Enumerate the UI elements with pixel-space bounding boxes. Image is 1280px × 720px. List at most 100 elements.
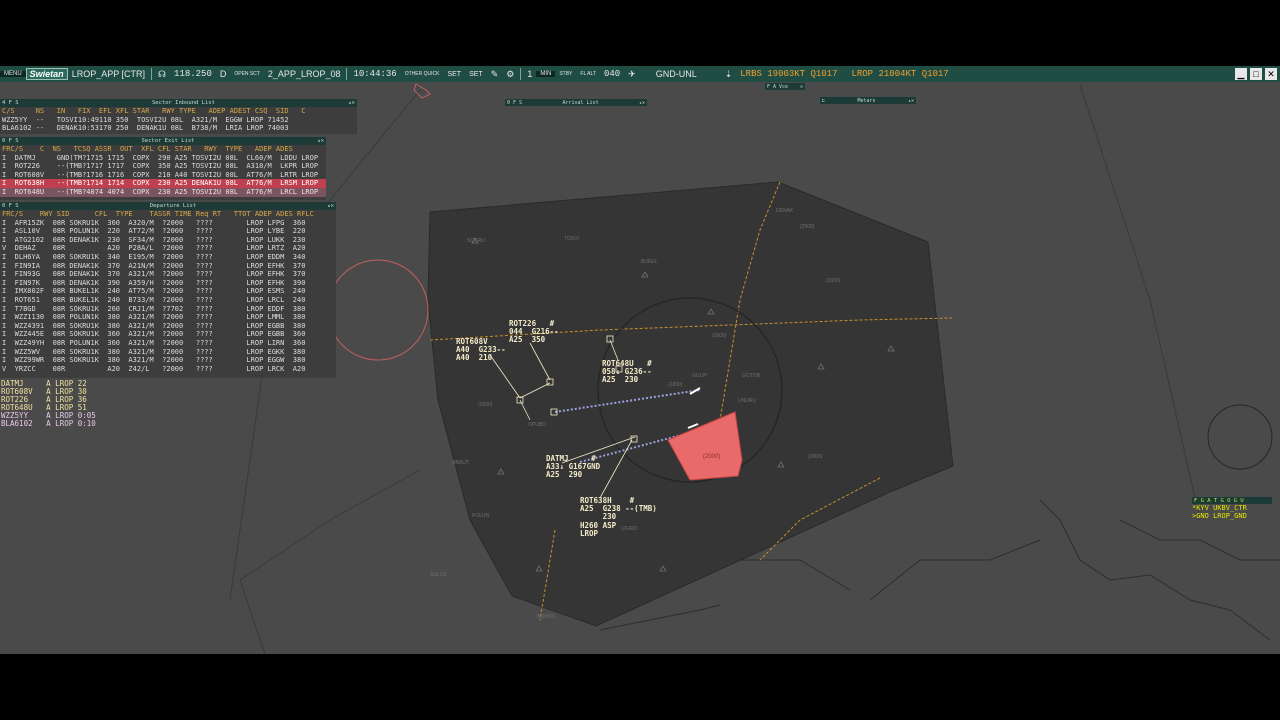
- table-row[interactable]: I FIN9IA 08R DENAK1K 370 A21N/M ?2000 ??…: [0, 262, 336, 271]
- top-toolbar: MENU Swietan LROP_APP [CTR] ☊ 118.250 D …: [0, 66, 1280, 82]
- transition-altitude[interactable]: 040: [600, 69, 624, 79]
- departure-columns: FRC/S RWY SID CFL TYPE TASSR TIME Req RT…: [2, 210, 314, 218]
- vce-title: F A Vce: [767, 83, 789, 90]
- table-row[interactable]: I ASL10V 08R POLUN1K 220 AT72/M ?2000 ??…: [0, 227, 336, 236]
- sector-inbound-list[interactable]: 4 F S Sector Inbound List ▴✕ C/S NS IN F…: [0, 99, 357, 134]
- table-row[interactable]: I IMX802F 08R BUKEL1K 240 AT75/M ?2000 ?…: [0, 287, 336, 296]
- ruler-icon[interactable]: ✎: [487, 69, 503, 80]
- wind-icon[interactable]: ✈: [624, 69, 640, 80]
- altitude-label: (2000): [826, 278, 841, 284]
- aircraft-label-rot638h[interactable]: ROT638H # A25 G238 --(TMB) 230 H260 ASP LRO…: [580, 496, 657, 538]
- filter-icon[interactable]: ⇣: [721, 69, 737, 80]
- table-row[interactable]: I FIN97K 08R DENAK1K 390 A359/H ?2000 ??…: [0, 279, 336, 288]
- aircraft-label-rot648u[interactable]: ROT648U #058↓ G236-- A25 230: [602, 359, 652, 385]
- departure-list[interactable]: 0 F S Departure List ▴✕ FRC/S RWY SID CF…: [0, 202, 336, 378]
- altitude-label: (2500): [800, 224, 815, 230]
- altitude-label: (2000): [712, 333, 727, 339]
- min-button[interactable]: MIN: [536, 71, 556, 77]
- table-row[interactable]: I DATMJ GND(TM?1715 1715 COPX 290 A25 TO…: [0, 154, 326, 163]
- open-sct-button[interactable]: OPEN SCT: [230, 71, 264, 77]
- set-button-1[interactable]: SET: [443, 71, 465, 78]
- waypoint-label: ABRUT: [452, 460, 469, 466]
- table-row[interactable]: BLA6102 -- DENAK10:53170 250 DENAK1U 08L…: [0, 124, 357, 133]
- atc-box-header[interactable]: F G A T G O G U: [1192, 497, 1272, 504]
- tma-sector: [427, 181, 954, 627]
- range-ring: [327, 259, 429, 361]
- vce-window[interactable]: F A Vce ✕: [765, 83, 805, 90]
- table-row[interactable]: I WZZ5WV 08R SOKRU1K 380 A321/M ?2000 ??…: [0, 348, 336, 357]
- table-row[interactable]: I FIN93G 08R DENAK1K 370 A321/M ?2000 ??…: [0, 270, 336, 279]
- atc-online-box[interactable]: F G A T G O G U *KYV UKBV_CTR >GNO LROP_…: [1192, 497, 1272, 520]
- stby-button[interactable]: STBY: [555, 71, 576, 77]
- sector-name[interactable]: LROP_APP [CTR]: [68, 69, 149, 79]
- table-row[interactable]: I DLH6YA 08R SOKRU1K 340 E195/M ?2000 ??…: [0, 253, 336, 262]
- arrival-sequence-list[interactable]: DATMJ A LROP 22 ROT608V A LROP 30 ROT226…: [1, 380, 96, 428]
- altitude-label: (2800): [668, 382, 683, 388]
- waypoint-label: GULPI: [692, 373, 708, 379]
- window-controls-icon[interactable]: ▴✕: [327, 202, 334, 211]
- table-row[interactable]: I WZZ99WR 08R SOKRU1K 380 A321/M ?2000 ?…: [0, 356, 336, 365]
- level-count[interactable]: 1: [523, 69, 536, 79]
- metars-window[interactable]: ⊏ Metars ▴✕: [820, 97, 916, 104]
- exit-tag: 0 F S: [2, 137, 19, 144]
- table-row[interactable]: I WZZ4391 08R SOKRU1K 380 A321/M ?2000 ?…: [0, 322, 336, 331]
- arrival-tag: 0 F S: [507, 99, 523, 106]
- table-row[interactable]: I WZZ445E 08R SOKRU1K 360 A321/M ?2000 ?…: [0, 330, 336, 339]
- arrival-list-window[interactable]: 0 F S Arrival List ▴✕: [505, 99, 647, 106]
- maximize-button[interactable]: □: [1250, 68, 1262, 80]
- window-controls-icon[interactable]: ▴✕: [639, 100, 645, 106]
- table-row-selected[interactable]: I ROT638H --(TMB?1714 1714 COPX 230 A25 …: [0, 179, 326, 188]
- frequency[interactable]: 118.250: [170, 69, 216, 79]
- aircraft-label-rot608v[interactable]: ROT608V A40 G233-- A40 210: [456, 337, 506, 363]
- set-button-2[interactable]: SET: [465, 71, 487, 78]
- table-row[interactable]: I ROT608V --(TMB?1716 1716 COPX 210 A40 …: [0, 171, 326, 180]
- headset-icon[interactable]: ☊: [154, 69, 170, 80]
- table-row[interactable]: I ROT648U --(TMB?4074 4074 COPX 230 A25 …: [0, 187, 326, 197]
- table-row[interactable]: I ATG2102 08R DENAK1K 230 SF34/M ?2000 ?…: [0, 236, 336, 245]
- departure-list-header[interactable]: 0 F S Departure List ▴✕: [0, 202, 336, 210]
- minimize-button[interactable]: ▁: [1235, 68, 1247, 80]
- holding-circle: [1207, 404, 1273, 470]
- table-row[interactable]: I T7BGD 08R SOKRU1K 260 CRJ1/M ?7702 ???…: [0, 305, 336, 314]
- aircraft-label-rot226[interactable]: ROT226 #044 G216-- A25 350: [509, 319, 559, 345]
- sector-exit-list[interactable]: 0 F S Sector Exit List ▴✕ FRC/S C NS TCS…: [0, 137, 326, 200]
- table-row[interactable]: WZZ5YY -- TOSVI10:49110 350 TOSVI2U 08L …: [0, 116, 357, 125]
- altitude-label: (2000): [808, 454, 823, 460]
- weather-lrop: LROP 21004KT Q1017: [851, 69, 949, 79]
- fl-alt-button[interactable]: FL ALT: [576, 71, 600, 77]
- waypoint-label: SOKRU: [467, 238, 485, 244]
- exit-columns: FRC/S C NS TCSQ ASSR OUT XFL CFL STAR RW…: [2, 145, 293, 153]
- window-controls-icon[interactable]: ▴✕: [348, 99, 355, 108]
- exit-list-header[interactable]: 0 F S Sector Exit List ▴✕: [0, 137, 326, 145]
- close-icon[interactable]: ✕: [800, 84, 803, 90]
- table-row[interactable]: I WZZ1130 08R POLUN1K 380 A321/M ?2000 ?…: [0, 313, 336, 322]
- mode-indicator[interactable]: D: [216, 69, 231, 79]
- window-controls-icon[interactable]: ▴✕: [317, 137, 324, 146]
- inbound-title: Sector Inbound List: [152, 99, 215, 106]
- waypoint-label: BUKEL: [641, 259, 658, 265]
- departure-tag: 0 F S: [2, 202, 19, 209]
- table-row[interactable]: I WZZ49YH 08R POLUN1K 360 A321/M ?2000 ?…: [0, 339, 336, 348]
- profile-name[interactable]: 2_APP_LROP_08: [264, 69, 345, 79]
- altitude-label: (2500): [478, 402, 493, 408]
- menu-button[interactable]: MENU: [0, 71, 26, 77]
- close-button[interactable]: ✕: [1265, 68, 1277, 80]
- table-row[interactable]: I ROT226 --(TMB?1717 1717 COPX 350 A25 T…: [0, 162, 326, 171]
- table-row[interactable]: V YRZCC 08R A20 Z42/L ?2000 ???? LROP LR…: [0, 365, 336, 374]
- metars-title: Metars: [857, 97, 876, 104]
- table-row[interactable]: I ROT651 08R BUKEL1K 240 B733/M ?2000 ??…: [0, 296, 336, 305]
- inbound-list-header[interactable]: 4 F S Sector Inbound List ▴✕: [0, 99, 357, 107]
- waypoint-label: DENAK: [776, 208, 794, 214]
- list-item[interactable]: BLA6102 A LROP 0:10: [1, 420, 96, 428]
- table-row[interactable]: I AFR15ZK 08R SOKRU1K 360 A320/M ?2000 ?…: [0, 219, 336, 228]
- waypoint-label: ASLUS: [430, 572, 447, 578]
- settings-icon[interactable]: ⚙: [502, 69, 518, 80]
- exit-title: Sector Exit List: [141, 137, 195, 144]
- departure-title: Departure List: [149, 202, 197, 209]
- atc-line[interactable]: *KYV UKBV_CTR: [1192, 504, 1272, 512]
- atc-line[interactable]: >GNO LROP_GND: [1192, 512, 1272, 520]
- table-row[interactable]: V DEHAZ 08R A20 P28A/L ?2000 ???? LROP L…: [0, 244, 336, 253]
- window-controls-icon[interactable]: ▴✕: [908, 98, 914, 104]
- aircraft-label-datmj[interactable]: DATMJ # A33↓ G167GND A25 290: [546, 454, 600, 480]
- level-range[interactable]: GND-UNL: [652, 69, 701, 79]
